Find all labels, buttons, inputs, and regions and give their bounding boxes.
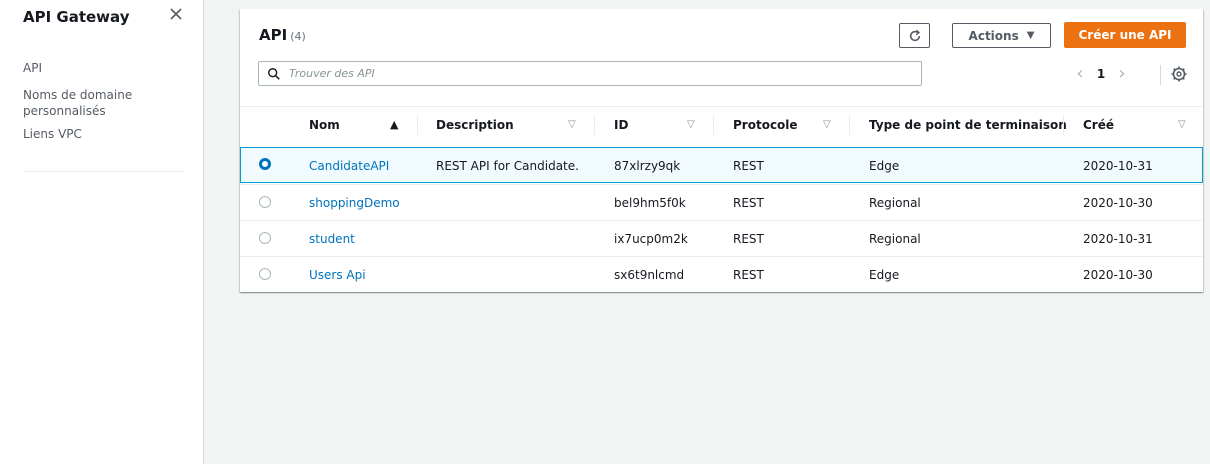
- row-radio[interactable]: [259, 268, 271, 280]
- sidebar-title: API Gateway: [23, 8, 130, 26]
- column-label-description: Description: [436, 118, 514, 132]
- sidebar-item-vpc-links[interactable]: Liens VPC: [23, 126, 183, 142]
- api-count: (4): [290, 30, 306, 43]
- search-input[interactable]: [289, 63, 909, 84]
- pagination-divider: [1160, 65, 1161, 85]
- api-protocol: REST: [733, 267, 764, 282]
- table-row[interactable]: CandidateAPI REST API for Candidate. 87x…: [240, 147, 1203, 183]
- api-endpoint-type: Regional: [869, 231, 921, 246]
- actions-label: Actions: [968, 28, 1019, 43]
- table-row[interactable]: Users Api sx6t9nlcmd REST Edge 2020-10-3…: [240, 256, 1203, 292]
- sort-ascending-icon[interactable]: ▲: [390, 118, 398, 131]
- column-header-endpoint-type[interactable]: Type de point de terminaison: [869, 107, 1069, 143]
- column-divider: [849, 115, 850, 135]
- column-label-endpoint-type: Type de point de terminaison: [869, 118, 1067, 132]
- chevron-right-icon[interactable]: ›: [1114, 64, 1130, 84]
- search-icon: [268, 68, 280, 80]
- panel-title-text: API: [259, 26, 288, 44]
- api-id: ix7ucp0m2k: [614, 231, 688, 246]
- api-name-link[interactable]: shoppingDemo: [309, 185, 400, 220]
- api-created: 2020-10-31: [1083, 158, 1153, 173]
- sort-icon[interactable]: ▽: [823, 119, 831, 130]
- api-id: 87xlrzy9qk: [614, 158, 681, 173]
- row-radio[interactable]: [259, 232, 271, 244]
- api-list-panel: API(4) Actions ▼ Créer une API ‹ 1 › Nom …: [240, 9, 1203, 292]
- column-header-created[interactable]: Créé: [1083, 107, 1163, 143]
- api-protocol: REST: [733, 231, 764, 246]
- chevron-left-icon[interactable]: ‹: [1072, 64, 1088, 84]
- page-title: API (4): [259, 26, 306, 44]
- api-description: REST API for Candidate.: [436, 158, 579, 173]
- create-api-button[interactable]: Créer une API: [1064, 22, 1186, 48]
- api-id: bel9hm5f0k: [614, 195, 686, 210]
- close-icon[interactable]: [168, 3, 186, 25]
- search-box: [258, 61, 922, 86]
- column-header-id[interactable]: ID: [614, 107, 694, 143]
- column-divider: [417, 115, 418, 135]
- api-name-link[interactable]: CandidateAPI: [309, 148, 389, 183]
- gear-icon[interactable]: [1170, 65, 1188, 83]
- pagination: ‹ 1 ›: [1072, 64, 1130, 84]
- api-protocol: REST: [733, 195, 764, 210]
- api-created: 2020-10-31: [1083, 231, 1153, 246]
- sidebar-nav: API Noms de domaine personnalisés Liens …: [23, 60, 183, 153]
- refresh-icon: [909, 29, 920, 41]
- sort-icon[interactable]: ▽: [1178, 119, 1186, 130]
- sidebar-item-custom-domains[interactable]: Noms de domaine personnalisés: [23, 87, 183, 119]
- column-label-name: Nom: [309, 118, 340, 132]
- actions-button[interactable]: Actions ▼: [952, 23, 1051, 48]
- api-created: 2020-10-30: [1083, 195, 1153, 210]
- refresh-button[interactable]: [899, 23, 930, 48]
- api-name-link[interactable]: Users Api: [309, 257, 366, 292]
- table-row[interactable]: shoppingDemo bel9hm5f0k REST Regional 20…: [240, 184, 1203, 220]
- column-divider: [713, 115, 714, 135]
- column-label-id: ID: [614, 118, 629, 132]
- column-divider: [1063, 115, 1064, 135]
- table-row[interactable]: student ix7ucp0m2k REST Regional 2020-10…: [240, 220, 1203, 256]
- sort-icon[interactable]: ▽: [687, 119, 695, 130]
- api-name-link[interactable]: student: [309, 221, 355, 256]
- sort-icon[interactable]: ▽: [568, 119, 576, 130]
- api-endpoint-type: Edge: [869, 267, 900, 282]
- sidebar-divider: [23, 171, 185, 172]
- column-label-protocol: Protocole: [733, 118, 798, 132]
- column-header-protocol[interactable]: Protocole: [733, 107, 823, 143]
- column-header-name[interactable]: Nom: [309, 107, 419, 143]
- page-number[interactable]: 1: [1088, 67, 1114, 81]
- column-label-created: Créé: [1083, 118, 1115, 132]
- sidebar-item-api[interactable]: API: [23, 60, 183, 76]
- api-endpoint-type: Edge: [869, 158, 900, 173]
- row-radio[interactable]: [259, 158, 271, 170]
- api-id: sx6t9nlcmd: [614, 267, 685, 282]
- api-created: 2020-10-30: [1083, 267, 1153, 282]
- api-protocol: REST: [733, 158, 764, 173]
- api-endpoint-type: Regional: [869, 195, 921, 210]
- table-header: Nom ▲ Description ▽ ID ▽ Protocole ▽ Typ…: [240, 106, 1203, 143]
- column-divider: [594, 115, 595, 135]
- column-header-description[interactable]: Description: [436, 107, 576, 143]
- sidebar: API Gateway API Noms de domaine personna…: [0, 0, 204, 464]
- row-radio[interactable]: [259, 196, 271, 208]
- caret-down-icon: ▼: [1026, 30, 1035, 41]
